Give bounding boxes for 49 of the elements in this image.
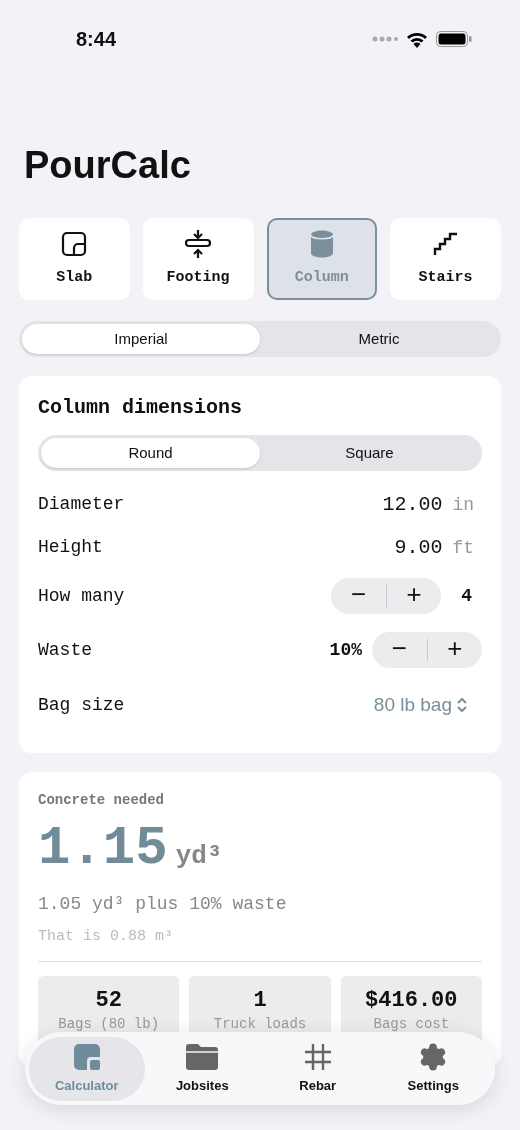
wifi-icon	[406, 30, 428, 48]
increment-button[interactable]: +	[386, 578, 442, 614]
decrement-button[interactable]: −	[372, 632, 427, 668]
status-time: 8:44	[76, 27, 117, 52]
stat-label: Bags cost	[373, 1014, 450, 1034]
compress-icon	[183, 228, 214, 259]
volume-detail: 1.05 yd³ plus 10% waste	[38, 893, 288, 916]
stat-value: $416.00	[365, 987, 458, 1014]
increment-button[interactable]: +	[427, 632, 482, 668]
metric-volume: That is 0.88 m³	[38, 927, 175, 947]
segment-tab[interactable]: Metric	[260, 324, 498, 354]
value-field[interactable]: 9.00	[394, 532, 443, 563]
battery-icon	[436, 31, 472, 47]
result-heading: Concrete needed	[38, 791, 166, 810]
waste-value: 10%	[329, 638, 362, 662]
segment-tab[interactable]: Imperial	[22, 324, 260, 354]
tab-item[interactable]: Jobsites	[144, 1036, 260, 1101]
count-value: 4	[461, 584, 472, 608]
unit-label: in	[452, 493, 474, 517]
tab-item[interactable]: Settings	[375, 1036, 491, 1101]
field-label: Diameter	[38, 493, 125, 516]
square-icon	[61, 230, 88, 257]
chevron-updown-icon	[456, 697, 468, 713]
stat-value: 52	[95, 987, 122, 1014]
cylinder-icon	[309, 229, 334, 258]
hash-icon	[303, 1042, 332, 1071]
shape-tab[interactable]: Footing	[142, 218, 254, 300]
volume-amount: 1.15	[38, 819, 168, 879]
unit-label: ft	[452, 536, 474, 560]
decrement-button[interactable]: −	[331, 578, 386, 614]
volume-unit: yd³	[175, 840, 223, 873]
field-label: Bag size	[38, 693, 125, 717]
tab-item[interactable]: Rebar	[260, 1036, 376, 1101]
stat-value: 1	[253, 987, 267, 1014]
field-label: Waste	[38, 638, 92, 662]
shape-tab[interactable]: Stairs	[390, 218, 501, 300]
field-label: Height	[38, 536, 103, 559]
field-label: How many	[38, 584, 125, 608]
app-title: PourCalc	[24, 143, 192, 188]
segment-tab[interactable]: Square	[260, 438, 479, 468]
signal-icon	[372, 36, 398, 42]
value-field[interactable]: 12.00	[382, 489, 443, 520]
card-title: Column dimensions	[38, 396, 244, 420]
stat-label: Truck loads	[213, 1014, 307, 1034]
folder-icon	[186, 1043, 219, 1070]
stat-label: Bags (80 lb)	[58, 1014, 160, 1034]
segment-tab[interactable]: Round	[41, 438, 260, 468]
stairs-icon	[432, 231, 459, 256]
shape-tab[interactable]: Slab	[19, 218, 130, 300]
